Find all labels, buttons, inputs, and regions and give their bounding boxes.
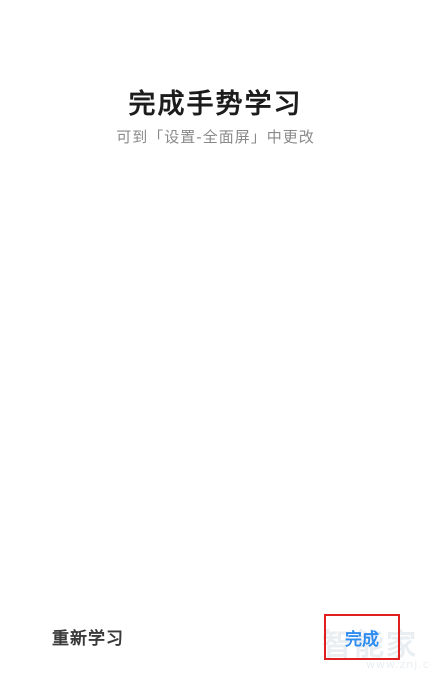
page-title: 完成手势学习 xyxy=(128,89,303,120)
gesture-complete-screen: 完成手势学习 可到「设置-全面屏」中更改 重新学习 智能家 www.znj.co… xyxy=(0,0,431,683)
page-subtitle: 可到「设置-全面屏」中更改 xyxy=(116,128,315,146)
relearn-button[interactable]: 重新学习 xyxy=(52,624,124,649)
done-button[interactable]: 完成 xyxy=(324,614,400,660)
